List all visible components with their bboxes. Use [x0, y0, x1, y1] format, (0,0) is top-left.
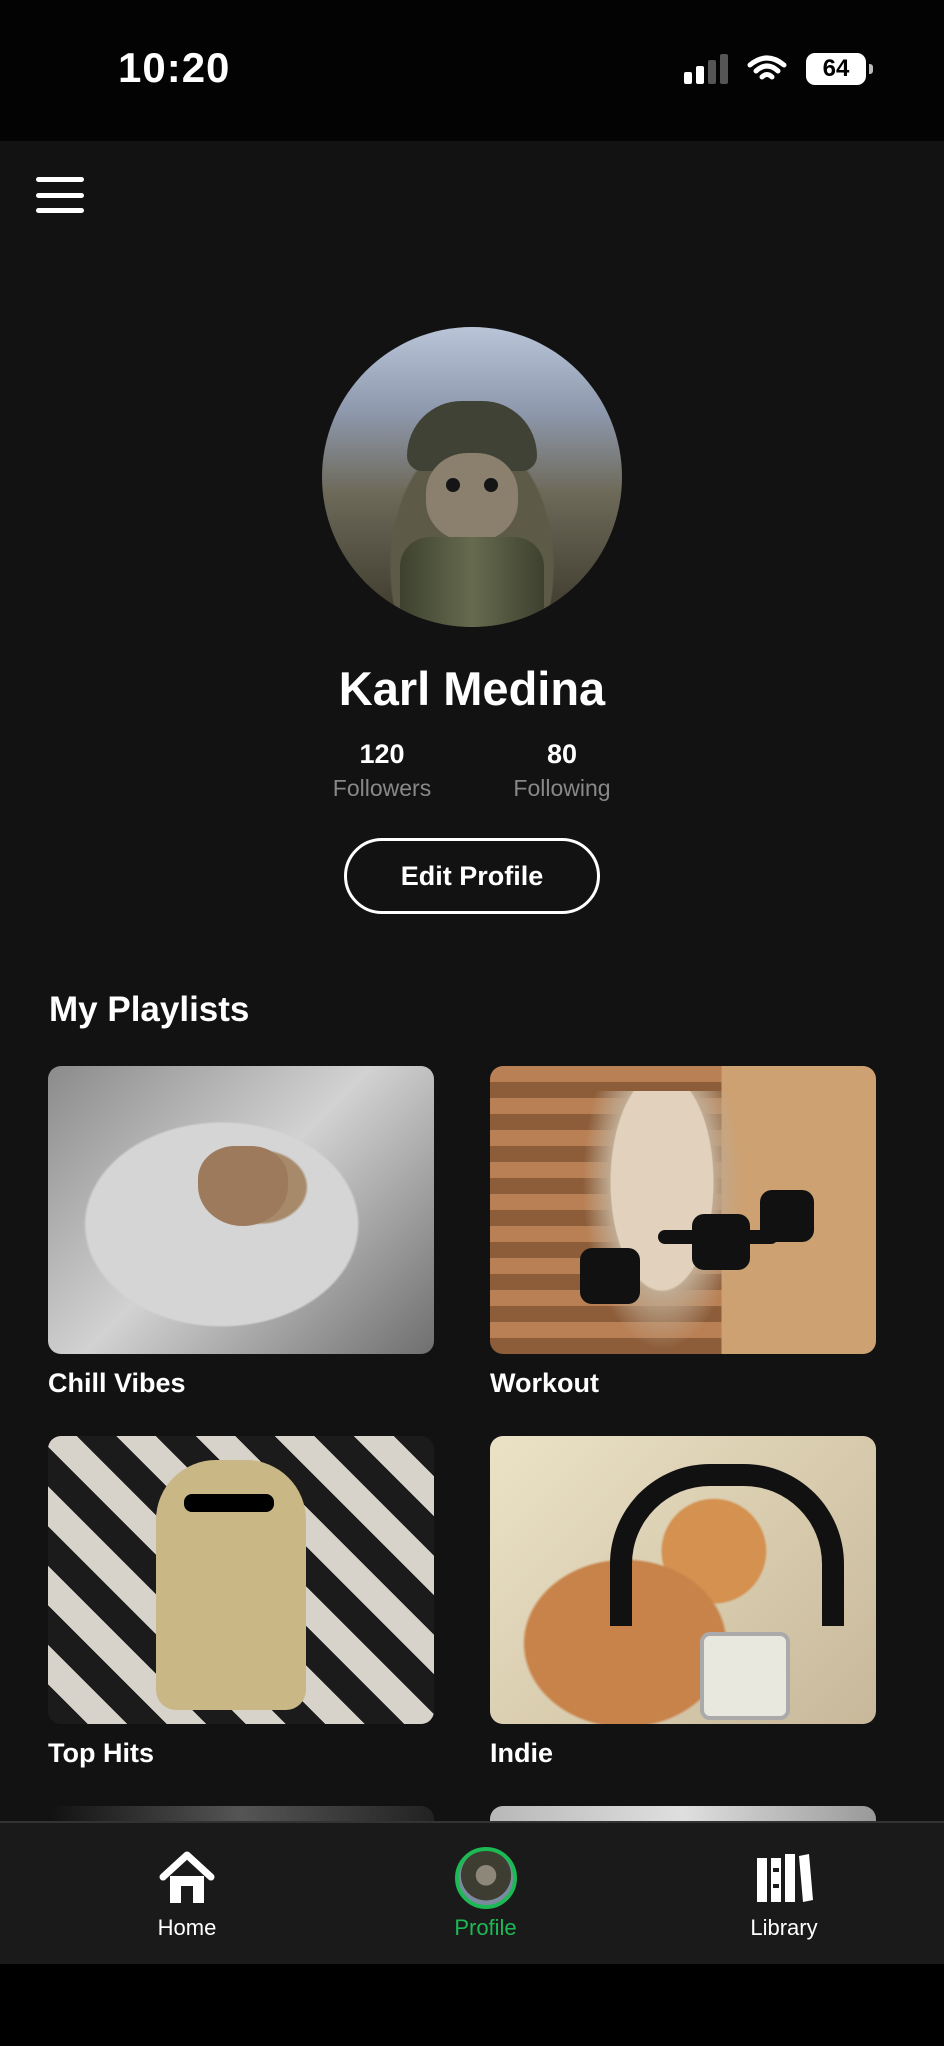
home-icon [157, 1849, 217, 1907]
status-bar: 10:20 64 [0, 0, 944, 141]
library-icon [753, 1849, 815, 1907]
nav-home[interactable]: Home [122, 1823, 252, 1963]
playlist-grid: Chill Vibes Workout Top Hits Indie [48, 1066, 876, 1768]
nav-profile[interactable]: Profile [421, 1823, 551, 1963]
edit-profile-button[interactable]: Edit Profile [344, 838, 600, 914]
followers-stat[interactable]: 120 Followers [327, 739, 437, 802]
cat-in-hood-image [48, 1066, 434, 1354]
following-label: Following [513, 775, 611, 801]
followers-count: 120 [359, 739, 405, 769]
my-playlists-title: My Playlists [49, 990, 250, 1029]
menu-icon-bottom-line [36, 208, 84, 213]
playlist-card-top-hits[interactable]: Top Hits [48, 1436, 434, 1768]
dumbbell-image-detail [580, 1248, 640, 1304]
menu-icon-middle-line [36, 192, 84, 198]
playlist-title: Indie [490, 1738, 554, 1768]
dumbbell-image-detail [692, 1214, 750, 1270]
following-stat[interactable]: 80 Following [507, 739, 617, 802]
menu-icon [36, 177, 84, 182]
nav-library[interactable]: Library [719, 1823, 849, 1963]
followers-label: Followers [332, 775, 432, 801]
status-time: 10:20 [118, 44, 231, 91]
playlist-title: Top Hits [48, 1738, 154, 1768]
menu-button[interactable] [36, 177, 84, 213]
dj-cat-image [48, 1436, 434, 1724]
playlist-title: Chill Vibes [48, 1368, 186, 1398]
profile-stats: 120 Followers 80 Following [0, 739, 944, 802]
playlist-card-workout[interactable]: Workout [490, 1066, 876, 1398]
cat-workout-image [490, 1066, 876, 1354]
playlist-title: Workout [490, 1368, 599, 1398]
cat-vest [400, 537, 544, 627]
cat-headphones-image [490, 1436, 876, 1724]
screen-bottom-black-area [0, 1964, 944, 2046]
wifi-icon [747, 55, 787, 80]
bottom-navigation: Home Profile Library [0, 1821, 944, 1964]
profile-avatar [322, 327, 622, 627]
mini-avatar [454, 1847, 517, 1909]
nav-library-label: Library [750, 1915, 818, 1940]
following-count: 80 [546, 739, 578, 769]
profile-screen: Karl Medina 120 Followers 80 Following E… [0, 141, 944, 1964]
nav-profile-label: Profile [454, 1915, 517, 1940]
signal-icon [684, 54, 728, 84]
nav-home-label: Home [157, 1915, 217, 1940]
playlist-card-chill-vibes[interactable]: Chill Vibes [48, 1066, 434, 1398]
status-icons: 64 [684, 52, 873, 86]
playlist-card-indie[interactable]: Indie [490, 1436, 876, 1768]
cat-face [426, 453, 518, 541]
profile-name: Karl Medina [338, 662, 606, 715]
battery-indicator: 64 [806, 53, 873, 85]
profile-avatar-icon [454, 1847, 517, 1909]
dumbbell-image-detail [760, 1190, 814, 1242]
battery-percent: 64 [822, 55, 850, 82]
